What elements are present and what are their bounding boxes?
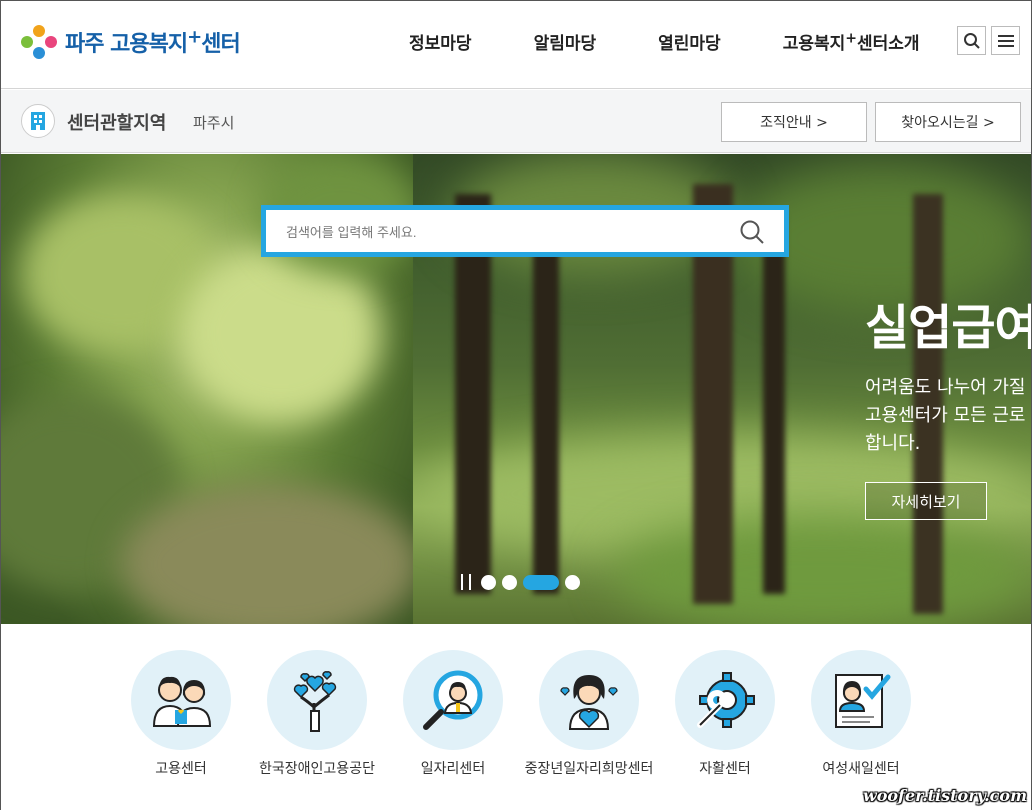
hero-title: 실업급여	[865, 300, 1031, 356]
nav-about-plus: +	[845, 30, 857, 47]
logo-text: 파주 고용복지	[65, 32, 188, 57]
slide-dot-2[interactable]	[502, 574, 517, 590]
hero-desc-line: 어려움도 나누어 가질	[865, 377, 1026, 398]
quick-item-employment-center[interactable]: 고용센터	[113, 650, 249, 778]
quick-item-label: 자활센터	[699, 761, 751, 777]
hero-description: 어려움도 나누어 가질 고용센터가 모든 근로 합니다.	[865, 374, 1031, 458]
quick-menu: 고용센터 한국장애인고용공단 일자리센터 중장년일자리희망센터 자활센터 여성새…	[1, 624, 1031, 810]
quick-item-label: 여성새일센터	[822, 761, 900, 777]
gear-wrench-icon	[697, 672, 755, 728]
nav-about-label: 고용복지	[782, 34, 846, 54]
search-input[interactable]	[286, 220, 726, 244]
hero-banner: 실업급여 어려움도 나누어 가질 고용센터가 모든 근로 합니다. 자세히보기	[1, 154, 1031, 624]
nav-about[interactable]: 고용복지+센터소개	[783, 29, 920, 54]
site-header: 파주 고용복지+센터 정보마당 알림마당 열린마당 고용복지+센터소개	[1, 1, 1031, 89]
hero-desc-line: 합니다.	[865, 433, 921, 454]
quick-item-women-center[interactable]: 여성새일센터	[793, 650, 929, 778]
nav-open[interactable]: 열린마당	[658, 29, 721, 54]
quick-item-label: 고용센터	[155, 761, 207, 777]
hero-more-button[interactable]: 자세히보기	[865, 482, 987, 520]
quick-item-label: 일자리센터	[420, 761, 486, 777]
directions-button[interactable]: 찾아오시는길 >	[875, 102, 1021, 142]
search-submit-icon[interactable]	[738, 218, 766, 246]
search-box	[261, 205, 789, 257]
family-icon	[152, 676, 212, 727]
region-title: 센터관할지역	[67, 113, 167, 134]
watermark: woofer.tistory.com	[862, 786, 1027, 805]
heart-tree-icon	[293, 671, 337, 732]
nav-notice[interactable]: 알림마당	[534, 29, 597, 54]
slide-dot-1[interactable]	[481, 574, 496, 590]
quick-item-label: 중장년일자리희망센터	[524, 761, 654, 777]
org-info-button[interactable]: 조직안내 >	[721, 102, 867, 142]
slide-pager	[461, 574, 586, 590]
quick-item-label: 한국장애인고용공단	[259, 761, 375, 777]
hamburger-icon	[997, 34, 1014, 47]
quick-item-self-support-center[interactable]: 자활센터	[657, 650, 793, 778]
slide-dot-3[interactable]	[523, 574, 559, 590]
main-nav: 정보마당 알림마당 열린마당 고용복지+센터소개	[409, 29, 920, 54]
hero-desc-line: 고용센터가 모든 근로	[865, 405, 1026, 426]
quick-item-disability-agency[interactable]: 한국장애인고용공단	[249, 650, 385, 778]
logo-plus: +	[187, 26, 202, 48]
logo-tail: 센터	[201, 32, 240, 57]
search-button[interactable]	[957, 26, 986, 55]
site-logo[interactable]: 파주 고용복지+센터	[19, 23, 241, 61]
menu-button[interactable]	[991, 26, 1020, 55]
quick-item-job-center[interactable]: 일자리센터	[385, 650, 521, 778]
search-icon	[963, 32, 980, 49]
quick-item-midlife-center[interactable]: 중장년일자리희망센터	[521, 650, 657, 778]
slide-dot-4[interactable]	[565, 574, 580, 590]
nav-info[interactable]: 정보마당	[409, 29, 472, 54]
nav-about-tail: 센터소개	[856, 34, 920, 54]
region-name: 파주시	[193, 114, 235, 132]
pause-icon[interactable]	[461, 574, 471, 590]
woman-hearts-icon	[560, 675, 618, 730]
magnifier-person-icon	[423, 670, 483, 730]
logo-mark-icon	[21, 25, 57, 59]
region-bar: 센터관할지역 파주시 조직안내 > 찾아오시는길 >	[1, 90, 1031, 153]
building-icon	[21, 104, 55, 138]
certificate-icon	[835, 674, 891, 728]
